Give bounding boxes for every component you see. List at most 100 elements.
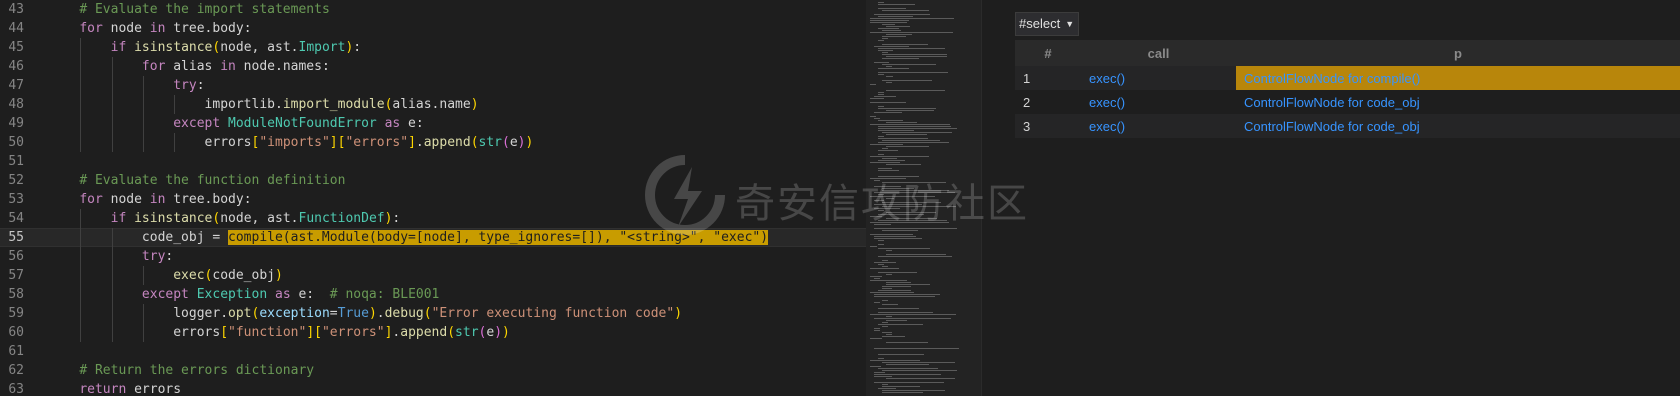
- indent-guide: [142, 76, 144, 95]
- code-token: node: [102, 192, 150, 207]
- code-token: for: [79, 21, 103, 36]
- code-token: as: [384, 116, 401, 131]
- code-token: ]: [408, 135, 416, 150]
- indent-guide: [111, 76, 113, 95]
- code-token: tree.body:: [165, 192, 252, 207]
- code-text: exec(code_obj): [48, 266, 283, 285]
- code-token: try: [173, 78, 197, 93]
- code-token: except: [141, 287, 189, 302]
- code-text: # Evaluate the function definition: [48, 171, 345, 190]
- code-token: "errors": [345, 135, 409, 150]
- code-token: import_module: [282, 97, 385, 112]
- code-text: errors["function"]["errors"].append(str(…: [48, 323, 510, 342]
- column-header-call[interactable]: call: [1081, 40, 1236, 66]
- line-number: 58: [8, 287, 24, 302]
- code-line[interactable]: 50 errors["imports"]["errors"].append(st…: [0, 133, 866, 152]
- code-line[interactable]: 46 for alias in node.names:: [0, 57, 866, 76]
- query-results-panel: #select ▼ # call p 1 exec() ControlFlowNode…: [997, 0, 1680, 396]
- column-header-p[interactable]: p: [1236, 40, 1680, 66]
- code-line[interactable]: 56 try:: [0, 247, 866, 266]
- code-token: debug: [384, 306, 424, 321]
- editor-scrollbar[interactable]: [981, 0, 997, 396]
- indent-guide: [80, 133, 82, 152]
- call-link[interactable]: exec(): [1089, 71, 1125, 86]
- code-line[interactable]: 44 for node in tree.body:: [0, 19, 866, 38]
- code-line[interactable]: 58 except Exception as e: # noqa: BLE001: [0, 285, 866, 304]
- code-editor[interactable]: 43 # Evaluate the import statements 44 fo…: [0, 0, 866, 396]
- indent-guide: [142, 266, 144, 285]
- code-text: for node in tree.body:: [48, 190, 252, 209]
- code-token: node, ast.: [220, 211, 299, 226]
- code-token: ): [502, 325, 510, 340]
- code-token: try: [141, 249, 166, 264]
- line-number: 55: [8, 230, 24, 245]
- code-text: return errors: [48, 380, 181, 396]
- code-line[interactable]: 48 importlib.import_module(alias.name): [0, 95, 866, 114]
- line-number: 57: [8, 268, 24, 283]
- code-token: ): [517, 135, 526, 150]
- result-set-select[interactable]: #select ▼: [1015, 12, 1080, 36]
- p-link[interactable]: ControlFlowNode for code_obj: [1244, 119, 1420, 134]
- code-token: ): [674, 306, 683, 321]
- code-token: if: [110, 40, 127, 55]
- call-cell: exec(): [1081, 66, 1236, 90]
- line-number: 52: [8, 173, 24, 188]
- code-text: if isinstance(node, ast.FunctionDef):: [48, 209, 401, 228]
- line-number: 44: [8, 21, 24, 36]
- code-token: Exception: [196, 287, 268, 302]
- results-header-row: # call p: [1015, 40, 1680, 66]
- code-line[interactable]: 54 if isinstance(node, ast.FunctionDef):: [0, 209, 866, 228]
- code-line[interactable]: 53 for node in tree.body:: [0, 190, 866, 209]
- line-number: 62: [8, 363, 24, 378]
- line-number: 56: [8, 249, 24, 264]
- code-line[interactable]: 47 try:: [0, 76, 866, 95]
- minimap-slider[interactable]: [866, 0, 981, 396]
- indent-guide: [142, 304, 144, 323]
- code-line[interactable]: 61: [0, 342, 866, 361]
- indent-guide: [80, 228, 82, 247]
- column-header-num[interactable]: #: [1015, 40, 1081, 66]
- line-number: 53: [8, 192, 24, 207]
- minimap[interactable]: [866, 0, 981, 396]
- line-number: 51: [8, 154, 24, 169]
- selected-code: compile(ast.Module(body=[node], type_ign…: [228, 230, 769, 245]
- code-token: Import: [298, 40, 346, 55]
- code-token: in: [149, 192, 166, 207]
- code-line[interactable]: 52 # Evaluate the function definition: [0, 171, 866, 190]
- code-line[interactable]: 63 return errors: [0, 380, 866, 396]
- indent-guide: [80, 247, 82, 266]
- table-row[interactable]: 3 exec() ControlFlowNode for code_obj: [1015, 114, 1680, 138]
- code-line[interactable]: 51: [0, 152, 866, 171]
- code-text: code_obj = compile(ast.Module(body=[node…: [48, 229, 769, 246]
- code-line[interactable]: 45 if isinstance(node, ast.Import):: [0, 38, 866, 57]
- code-line[interactable]: 60 errors["function"]["errors"].append(s…: [0, 323, 866, 342]
- code-line[interactable]: 62 # Return the errors dictionary: [0, 361, 866, 380]
- p-link[interactable]: ControlFlowNode for compile(): [1244, 71, 1420, 86]
- code-token: str: [455, 325, 479, 340]
- table-row[interactable]: 1 exec() ControlFlowNode for compile(): [1015, 66, 1680, 90]
- code-line[interactable]: 43 # Evaluate the import statements: [0, 0, 866, 19]
- code-line[interactable]: 55 code_obj = compile(ast.Module(body=[n…: [0, 228, 866, 247]
- indent-guide: [80, 209, 82, 228]
- code-text: try:: [48, 247, 173, 266]
- indent-guide: [111, 266, 113, 285]
- code-line[interactable]: 57 exec(code_obj): [0, 266, 866, 285]
- code-token: alias.name: [392, 97, 471, 112]
- code-line[interactable]: 49 except ModuleNotFoundError as e:: [0, 114, 866, 133]
- call-link[interactable]: exec(): [1089, 95, 1125, 110]
- table-row[interactable]: 2 exec() ControlFlowNode for code_obj: [1015, 90, 1680, 114]
- code-text: errors["imports"]["errors"].append(str(e…: [48, 133, 534, 152]
- code-token: e: [486, 325, 495, 340]
- code-token: :: [165, 249, 174, 264]
- p-link[interactable]: ControlFlowNode for code_obj: [1244, 95, 1420, 110]
- p-cell: ControlFlowNode for compile(): [1236, 66, 1680, 90]
- indent-guide: [142, 323, 144, 342]
- code-token: as: [275, 287, 291, 302]
- code-token: for: [141, 59, 166, 74]
- call-link[interactable]: exec(): [1089, 119, 1125, 134]
- indent-guide: [174, 133, 176, 152]
- row-number: 1: [1015, 66, 1081, 90]
- code-token: append: [400, 325, 448, 340]
- code-line[interactable]: 59 logger.opt(exception=True).debug("Err…: [0, 304, 866, 323]
